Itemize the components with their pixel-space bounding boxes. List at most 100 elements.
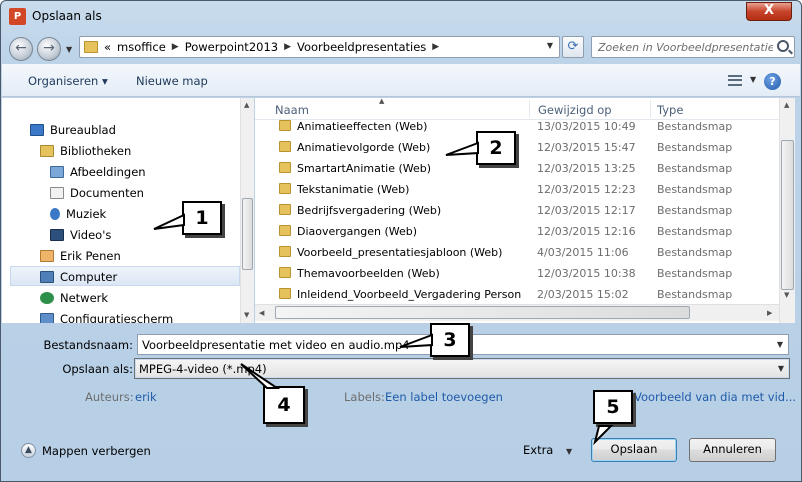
address-dropdown-icon[interactable]: ▼ xyxy=(547,41,553,50)
computer-icon xyxy=(40,271,54,283)
breadcrumb-item[interactable]: msoffice xyxy=(117,40,166,54)
folder-icon xyxy=(279,204,291,215)
callout-number: 1 xyxy=(195,207,209,229)
close-button[interactable]: X xyxy=(746,2,792,21)
back-button[interactable]: ← xyxy=(9,37,33,61)
filename-dropdown-icon[interactable]: ▼ xyxy=(777,340,783,349)
file-date: 13/03/2015 10:49 xyxy=(537,120,636,133)
file-list: Naam ▲ Gewijzigd op Type Animatieeffecte… xyxy=(255,97,779,323)
scroll-down-icon[interactable]: ▼ xyxy=(784,291,789,299)
hscrollbar-thumb[interactable] xyxy=(275,306,690,319)
nav-item-music[interactable]: Muziek xyxy=(50,207,106,221)
file-row[interactable]: Bedrijfsvergadering (Web) 12/03/2015 12:1… xyxy=(275,200,775,221)
nav-item-label: Erik Penen xyxy=(60,249,121,263)
network-icon xyxy=(40,292,54,304)
file-list-scrollbar[interactable]: ▲ ▼ xyxy=(779,98,795,323)
view-options-icon[interactable] xyxy=(728,75,742,86)
documents-icon xyxy=(50,187,64,199)
file-row[interactable]: Themavoorbeelden (Web) 12/03/2015 10:38 Be… xyxy=(275,263,775,284)
file-type: Bestandsmap xyxy=(657,267,733,280)
file-date: 12/03/2015 13:25 xyxy=(537,162,636,175)
nav-item-label: Muziek xyxy=(66,207,107,221)
file-row[interactable]: SmartartAnimatie (Web) 12/03/2015 13:25 Be… xyxy=(275,158,775,179)
search-input[interactable]: Zoeken in Voorbeeldpresentatie... xyxy=(591,36,795,58)
breadcrumb-item[interactable]: Voorbeeldpresentaties xyxy=(297,40,426,54)
nav-item-label: Netwerk xyxy=(60,291,109,305)
file-row[interactable]: Tekstanimatie (Web) 12/03/2015 12:23 Besta… xyxy=(275,179,775,200)
file-row[interactable]: Diaovergangen (Web) 12/03/2015 12:16 Besta… xyxy=(275,221,775,242)
recent-locations-dropdown-icon[interactable]: ▼ xyxy=(66,45,72,54)
file-date: 4/03/2015 11:06 xyxy=(537,246,629,259)
saveas-type-dropdown-icon[interactable]: ▼ xyxy=(778,364,784,373)
nav-item-user[interactable]: Erik Penen xyxy=(40,249,121,263)
chevron-right-icon[interactable]: ▶ xyxy=(432,40,439,54)
scroll-up-icon[interactable]: ▲ xyxy=(784,101,789,109)
save-button[interactable]: Opslaan xyxy=(591,438,677,462)
file-name: Inleidend_Voorbeeld_Vergadering Person..… xyxy=(297,288,522,301)
control-panel-icon xyxy=(40,313,54,323)
scrollbar-thumb[interactable] xyxy=(781,140,794,290)
help-button[interactable]: ? xyxy=(764,73,781,90)
authors-value[interactable]: erik xyxy=(135,390,157,404)
file-name: Bedrijfsvergadering (Web) xyxy=(297,204,442,217)
sort-arrow-icon: ▲ xyxy=(379,97,385,105)
callout-3: 3 xyxy=(399,323,470,357)
new-folder-button[interactable]: Nieuwe map xyxy=(136,74,208,88)
tools-menu-button[interactable]: Extra xyxy=(523,443,553,457)
command-toolbar: Organiseren ▾ Nieuwe map ▼ ? xyxy=(2,64,800,97)
file-name: Tekstanimatie (Web) xyxy=(297,183,410,196)
nav-item-documents[interactable]: Documenten xyxy=(50,186,144,200)
scroll-right-icon[interactable]: ▶ xyxy=(767,309,772,317)
file-date: 12/03/2015 15:47 xyxy=(537,141,636,154)
column-header-type[interactable]: Type xyxy=(657,103,683,117)
chevron-right-icon[interactable]: ▶ xyxy=(284,40,291,54)
nav-item-libraries[interactable]: Bibliotheken xyxy=(40,144,131,158)
nav-item-label: Bibliotheken xyxy=(60,144,132,158)
scrollbar-thumb[interactable] xyxy=(242,198,253,270)
chevron-right-icon[interactable]: ▶ xyxy=(172,40,179,54)
file-list-hscrollbar[interactable]: ◀ ▶ xyxy=(255,304,779,321)
tools-dropdown-icon[interactable]: ▼ xyxy=(566,447,572,456)
callout-pointer xyxy=(153,213,185,230)
file-row[interactable]: Animatieeffecten (Web) 13/03/2015 10:49 Be… xyxy=(275,116,775,137)
nav-item-computer[interactable]: Computer xyxy=(40,270,117,284)
window-title: Opslaan als xyxy=(32,9,102,23)
saveas-type-select[interactable]: MPEG-4-video (*.mp4) ▼ xyxy=(134,358,790,379)
callout-number: 4 xyxy=(277,394,291,416)
nav-item-label: Configuratiescherm xyxy=(60,312,174,323)
nav-item-control-panel[interactable]: Configuratiescherm xyxy=(40,312,173,323)
file-name: Diaovergangen (Web) xyxy=(297,225,418,238)
view-dropdown-icon[interactable]: ▼ xyxy=(750,75,756,84)
folder-icon xyxy=(279,120,291,131)
scroll-left-icon[interactable]: ◀ xyxy=(259,309,264,317)
callout-pointer xyxy=(399,333,433,348)
powerpoint-app-icon: P xyxy=(9,8,26,25)
scroll-down-icon[interactable]: ▼ xyxy=(244,311,249,319)
pictures-icon xyxy=(50,166,64,178)
organize-button[interactable]: Organiseren ▾ xyxy=(28,74,108,88)
search-icon xyxy=(777,40,789,52)
folder-icon xyxy=(279,225,291,236)
breadcrumb-item[interactable]: Powerpoint2013 xyxy=(185,40,278,54)
thumbnail-value[interactable]: Voorbeeld van dia met vid... xyxy=(634,390,796,404)
file-row[interactable]: Inleidend_Voorbeeld_Vergadering Person..… xyxy=(275,284,775,305)
cancel-button[interactable]: Annuleren xyxy=(689,438,776,462)
address-bar[interactable]: « msoffice ▶ Powerpoint2013 ▶ Voorbeeldp… xyxy=(79,36,560,58)
nav-item-network[interactable]: Netwerk xyxy=(40,291,108,305)
labels-value[interactable]: Een label toevoegen xyxy=(385,390,503,404)
nav-scrollbar[interactable]: ▲ ▼ xyxy=(240,98,254,323)
file-date: 12/03/2015 12:16 xyxy=(537,225,636,238)
scroll-up-icon[interactable]: ▲ xyxy=(244,101,249,109)
breadcrumb-overflow[interactable]: « xyxy=(104,40,111,54)
column-header-name[interactable]: Naam xyxy=(275,103,309,117)
nav-item-desktop[interactable]: Bureaublad xyxy=(30,123,116,137)
callout-pointer xyxy=(593,425,614,446)
refresh-button[interactable]: ⟳ xyxy=(562,36,584,58)
file-row[interactable]: Animatievolgorde (Web) 12/03/2015 15:47 Be… xyxy=(275,137,775,158)
column-header-date[interactable]: Gewijzigd op xyxy=(538,103,612,117)
hide-folders-button[interactable]: ▲ Mappen verbergen xyxy=(21,443,151,458)
nav-item-pictures[interactable]: Afbeeldingen xyxy=(50,165,146,179)
nav-item-videos[interactable]: Video's xyxy=(50,228,111,242)
file-row[interactable]: Voorbeeld_presentatiesjabloon (Web) 4/03/… xyxy=(275,242,775,263)
forward-button[interactable]: → xyxy=(37,37,61,61)
